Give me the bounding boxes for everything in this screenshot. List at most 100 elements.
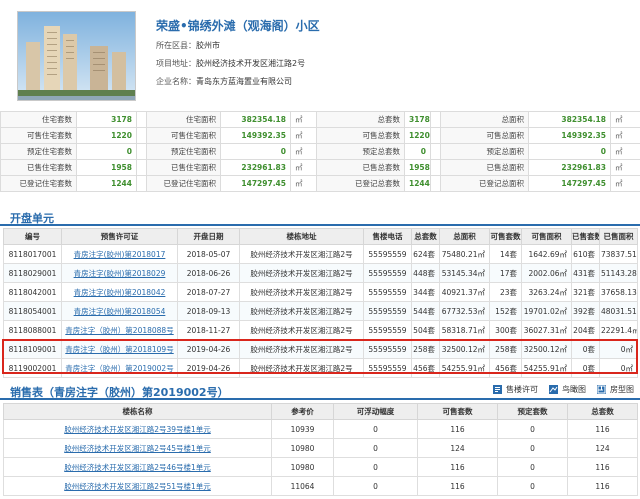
stat-value: 3178 — [76, 111, 137, 128]
permit-link[interactable]: 青房注字(胶州)第2018054 — [61, 301, 178, 321]
unit-cell: 300套 — [489, 320, 522, 340]
sales-cell: 11064 — [271, 476, 334, 496]
building-link[interactable]: 胶州经济技术开发区湘江路2号51号楼1单元 — [3, 476, 272, 496]
floorplan-icon — [597, 385, 606, 394]
units-section-header: 开盘单元 — [0, 208, 640, 226]
permit-link[interactable]: 青房注字(胶州)第2018042 — [61, 282, 178, 302]
address-label: 项目地址： — [156, 59, 196, 68]
sales-row: 胶州经济技术开发区湘江路2号46号楼1单元 10980 0 116 0 116 — [3, 457, 638, 477]
unit-cell: 19701.02㎡ — [521, 301, 572, 321]
unit-cell: 3263.24㎡ — [521, 282, 572, 302]
unit-cell: 40921.37㎡ — [439, 282, 490, 302]
sales-section-header: 销售表（青房注字（胶州）第2019002号） 售楼许可 鸟瞰图 房型图 — [0, 382, 640, 400]
unit-cell: 48031.51㎡ — [599, 301, 638, 321]
stat-value: 0 — [528, 143, 611, 160]
sales-tools: 售楼许可 鸟瞰图 房型图 — [492, 384, 634, 395]
building-link[interactable]: 胶州经济技术开发区湘江路2号46号楼1单元 — [3, 457, 272, 477]
unit-row: 8118109001 青房注字（胶州）第2018109号 2019-04-26 胶州经… — [3, 339, 638, 359]
section-divider — [0, 224, 640, 226]
stat-unit: ㎡ — [610, 159, 640, 176]
stat-value: 232961.83 — [220, 159, 291, 176]
building-link[interactable]: 胶州经济技术开发区湘江路2号39号楼1单元 — [3, 419, 272, 439]
stat-unit — [430, 143, 441, 160]
building-address: 胶州经济技术开发区湘江路2号 — [239, 244, 364, 264]
sales-cell: 10980 — [271, 438, 334, 458]
unit-cell: 8119002001 — [3, 358, 62, 378]
unit-cell: 55595559 — [363, 339, 412, 359]
stats-row: 可售住宅套数 1220 可售住宅面积 149392.35 ㎡可售总套数 1220 可售总面积… — [0, 127, 640, 144]
permit-link[interactable]: 青房注字（胶州）第2019002号 — [61, 358, 178, 378]
unit-cell: 1642.69㎡ — [521, 244, 572, 264]
column-header: 总面积 — [439, 228, 490, 245]
stat-unit — [136, 127, 147, 144]
sales-cell: 0 — [497, 457, 568, 477]
unit-cell: 0㎡ — [599, 339, 638, 359]
bird-view-icon — [549, 385, 558, 394]
stat-value: 149392.35 — [220, 127, 291, 144]
unit-row: 8118017001 青房注字(胶州)第2018017 2018-05-07 胶州经济… — [3, 244, 638, 264]
unit-cell: 51143.28㎡ — [599, 263, 638, 283]
sales-cell: 0 — [497, 419, 568, 439]
column-header: 售楼电话 — [363, 228, 412, 245]
stat-label: 已售住宅套数 — [0, 159, 77, 176]
unit-cell: 2019-04-26 — [177, 339, 240, 359]
permit-link[interactable]: 青房注字（胶州）第2018109号 — [61, 339, 178, 359]
unit-cell: 0套 — [571, 358, 600, 378]
sales-header-row: 楼栋名称 参考价 可浮动幅度 可售套数 预定套数 总套数 — [3, 403, 638, 420]
stat-unit: ㎡ — [610, 143, 640, 160]
stat-value: 149392.35 — [528, 127, 611, 144]
column-header: 楼栋名称 — [3, 403, 272, 420]
unit-cell: 344套 — [411, 282, 440, 302]
stat-unit: ㎡ — [290, 159, 317, 176]
aerial-view-button[interactable]: 鸟瞰图 — [548, 384, 586, 395]
unit-cell: 624套 — [411, 244, 440, 264]
district-value: 胶州市 — [196, 41, 220, 50]
stat-unit: ㎡ — [290, 143, 317, 160]
unit-cell: 58318.71㎡ — [439, 320, 490, 340]
stat-unit — [430, 111, 441, 128]
unit-cell: 53145.34㎡ — [439, 263, 490, 283]
stat-value: 0 — [404, 143, 431, 160]
stat-label: 住宅面积 — [146, 111, 221, 128]
floorplan-button[interactable]: 房型图 — [596, 384, 634, 395]
sales-cell: 124 — [417, 438, 498, 458]
permit-link[interactable]: 青房注字（胶州）第2018088号 — [61, 320, 178, 340]
stat-value: 1958 — [76, 159, 137, 176]
unit-cell: 73837.51㎡ — [599, 244, 638, 264]
building-link[interactable]: 胶州经济技术开发区湘江路2号45号楼1单元 — [3, 438, 272, 458]
license-button[interactable]: 售楼许可 — [492, 384, 538, 395]
unit-row: 8118029001 青房注字(胶州)第2018029 2018-06-26 胶州经济… — [3, 263, 638, 283]
stat-unit: ㎡ — [290, 127, 317, 144]
unit-cell: 258套 — [489, 339, 522, 359]
stat-label: 已售总套数 — [316, 159, 405, 176]
district-label: 所在区县： — [156, 41, 196, 50]
stat-value: 147297.45 — [528, 175, 611, 192]
building-address: 胶州经济技术开发区湘江路2号 — [239, 301, 364, 321]
sales-cell: 10980 — [271, 457, 334, 477]
column-header: 已售套数 — [571, 228, 600, 245]
column-header: 编号 — [3, 228, 62, 245]
unit-cell: 392套 — [571, 301, 600, 321]
stat-label: 已售总面积 — [440, 159, 529, 176]
unit-cell: 321套 — [571, 282, 600, 302]
section-divider — [0, 398, 640, 400]
permit-link[interactable]: 青房注字(胶州)第2018017 — [61, 244, 178, 264]
stats-row: 预定住宅套数 0 预定住宅面积 0 ㎡预定总套数 0 预定总面积 0 ㎡ — [0, 143, 640, 160]
sales-cell: 0 — [497, 438, 568, 458]
stat-label: 预定总面积 — [440, 143, 529, 160]
building-photo — [17, 11, 136, 101]
unit-cell: 431套 — [571, 263, 600, 283]
stat-unit: ㎡ — [610, 127, 640, 144]
unit-cell: 456套 — [489, 358, 522, 378]
stat-unit — [136, 143, 147, 160]
unit-row: 8118042001 青房注字(胶州)第2018042 2018-07-27 胶州经济… — [3, 282, 638, 302]
stat-value: 232961.83 — [528, 159, 611, 176]
unit-cell: 55595559 — [363, 282, 412, 302]
column-header: 可浮动幅度 — [333, 403, 418, 420]
permit-link[interactable]: 青房注字(胶州)第2018029 — [61, 263, 178, 283]
building-address: 胶州经济技术开发区湘江路2号 — [239, 320, 364, 340]
stat-label: 预定住宅面积 — [146, 143, 221, 160]
unit-cell: 55595559 — [363, 320, 412, 340]
stat-label: 可售总面积 — [440, 127, 529, 144]
column-header: 楼栋地址 — [239, 228, 364, 245]
